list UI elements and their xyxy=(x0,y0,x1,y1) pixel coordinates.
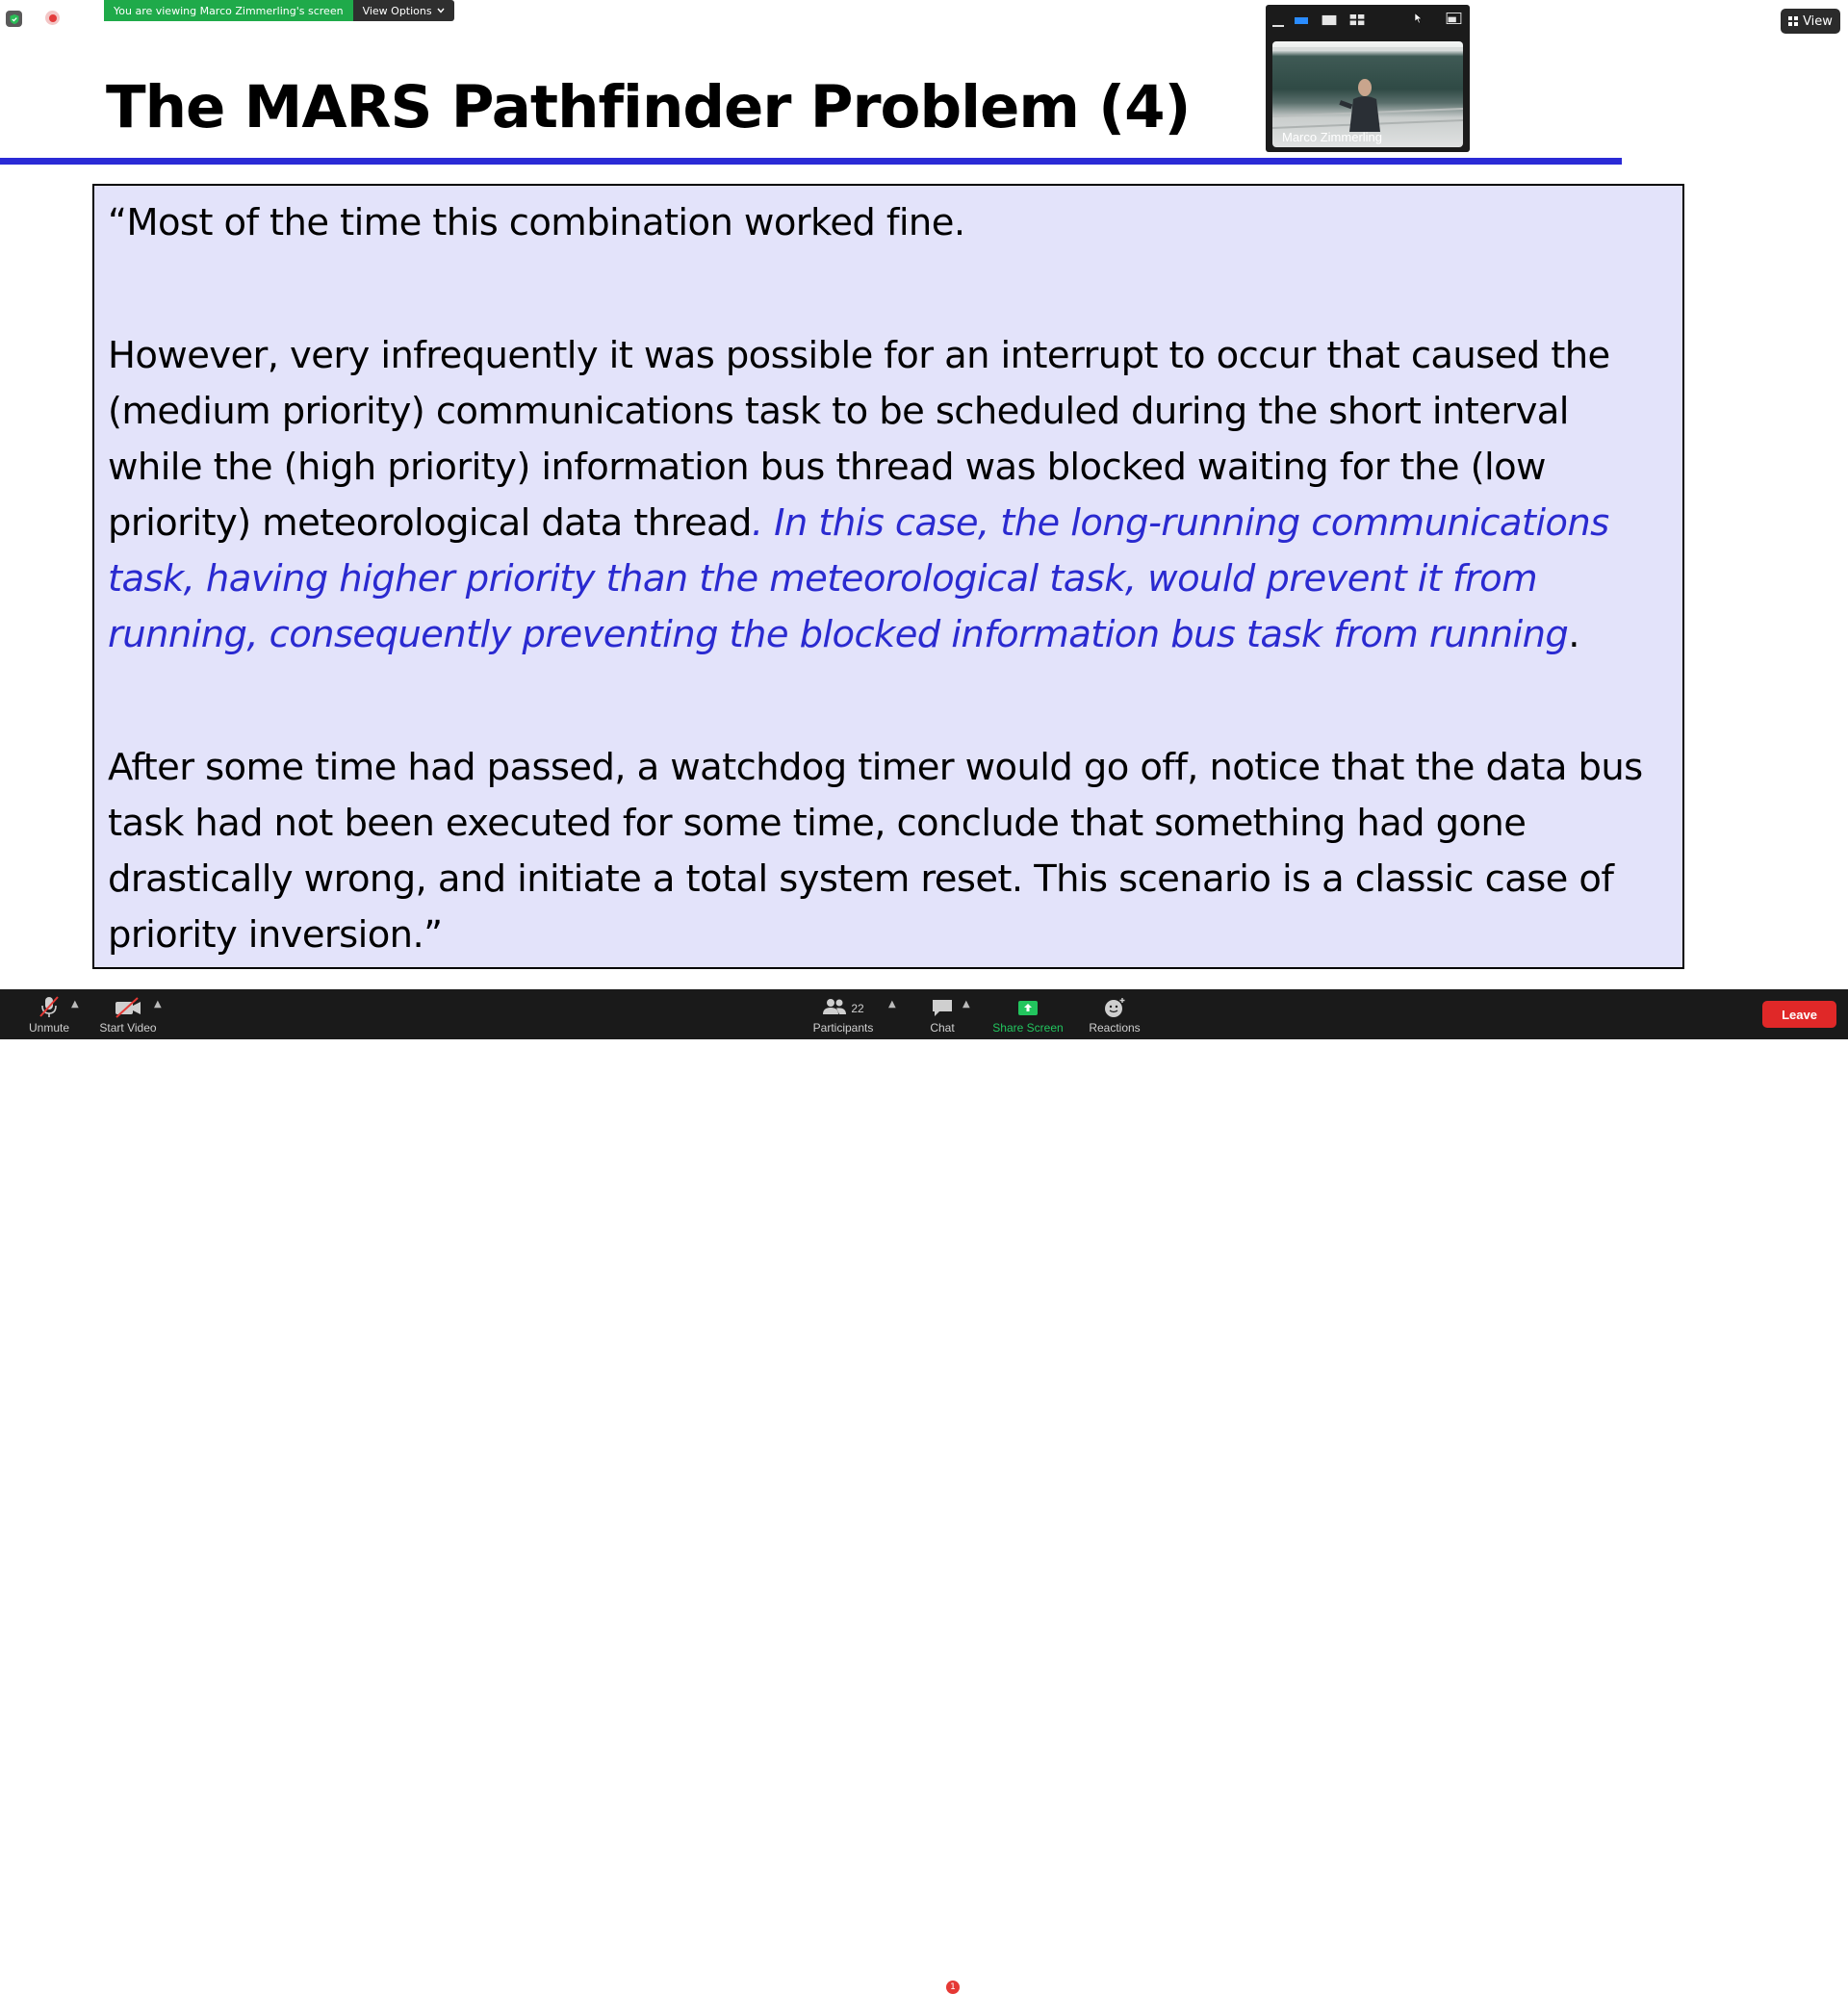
participants-label: Participants xyxy=(812,1021,874,1035)
slide-title: The MARS Pathfinder Problem (4) xyxy=(106,73,1191,141)
thumbnail-toolbar xyxy=(1266,5,1470,38)
share-screen-icon xyxy=(1018,1001,1038,1015)
participants-count: 22 xyxy=(851,1001,864,1015)
unmute-label: Unmute xyxy=(28,1021,70,1035)
participants-icon xyxy=(823,999,847,1014)
mouse-cursor-icon xyxy=(1414,13,1423,24)
quote-paragraph-2: However, very infrequently it was possib… xyxy=(108,328,1669,663)
participant-video: Marco Zimmerling xyxy=(1272,41,1463,147)
screen-share-banner: You are viewing Marco Zimmerling's scree… xyxy=(104,0,454,21)
quote-paragraph-2-end: . xyxy=(1568,613,1579,656)
quote-paragraph-2-dot: . xyxy=(751,501,763,545)
security-shield-icon[interactable] xyxy=(6,11,22,27)
single-video-icon[interactable] xyxy=(1322,14,1337,26)
participant-name-label: Marco Zimmerling xyxy=(1282,130,1383,144)
chat-button[interactable]: Chat xyxy=(921,989,963,1039)
chat-bubble-icon xyxy=(933,1000,952,1016)
speaker-view-icon[interactable] xyxy=(1295,14,1308,26)
start-video-label: Start Video xyxy=(99,1021,157,1035)
view-options-button[interactable]: View Options xyxy=(352,0,454,21)
share-screen-label: Share Screen xyxy=(992,1021,1064,1035)
microphone-muted-icon xyxy=(39,996,59,1017)
minimize-icon[interactable] xyxy=(1272,18,1284,30)
quote-paragraph-3: After some time had passed, a watchdog t… xyxy=(108,746,1643,957)
viewing-screen-label: You are viewing Marco Zimmerling's scree… xyxy=(104,0,353,21)
meeting-toolbar: Unmute ▲ Start Video ▲ 22 Participants ▲… xyxy=(0,989,1848,1994)
reactions-label: Reactions xyxy=(1089,1021,1141,1035)
video-camera-off-icon xyxy=(116,997,141,1018)
chat-options-caret[interactable]: ▲ xyxy=(962,999,970,1010)
video-thumbnail-panel[interactable]: Marco Zimmerling xyxy=(1266,5,1470,152)
unmute-button[interactable]: Unmute xyxy=(19,989,79,1039)
share-screen-button[interactable]: Share Screen xyxy=(986,989,1070,1039)
video-options-caret[interactable]: ▲ xyxy=(154,999,162,1010)
leave-meeting-button[interactable]: Leave xyxy=(1762,1001,1836,1028)
reactions-button[interactable]: Reactions xyxy=(1082,989,1147,1039)
participants-button[interactable]: 22 Participants xyxy=(805,989,882,1039)
view-options-label: View Options xyxy=(362,4,432,17)
view-menu-label: View xyxy=(1803,13,1833,29)
start-video-button[interactable]: Start Video xyxy=(93,989,163,1039)
quote-paragraph-1: “Most of the time this combination worke… xyxy=(108,201,965,244)
slide-quote-box: “Most of the time this combination worke… xyxy=(92,184,1684,969)
title-underline xyxy=(0,158,1622,165)
smiley-reaction-icon xyxy=(1105,998,1125,1017)
participants-options-caret[interactable]: ▲ xyxy=(888,999,896,1010)
gallery-view-icon[interactable] xyxy=(1349,14,1365,26)
chat-label: Chat xyxy=(930,1021,955,1035)
audio-options-caret[interactable]: ▲ xyxy=(71,999,79,1010)
pop-out-icon[interactable] xyxy=(1446,13,1462,24)
view-menu-button[interactable]: View xyxy=(1781,9,1840,34)
grid-icon xyxy=(1788,16,1799,26)
chat-unread-badge: 1 xyxy=(946,1981,960,1994)
recording-indicator-icon xyxy=(45,11,60,25)
chevron-down-icon xyxy=(437,8,445,13)
